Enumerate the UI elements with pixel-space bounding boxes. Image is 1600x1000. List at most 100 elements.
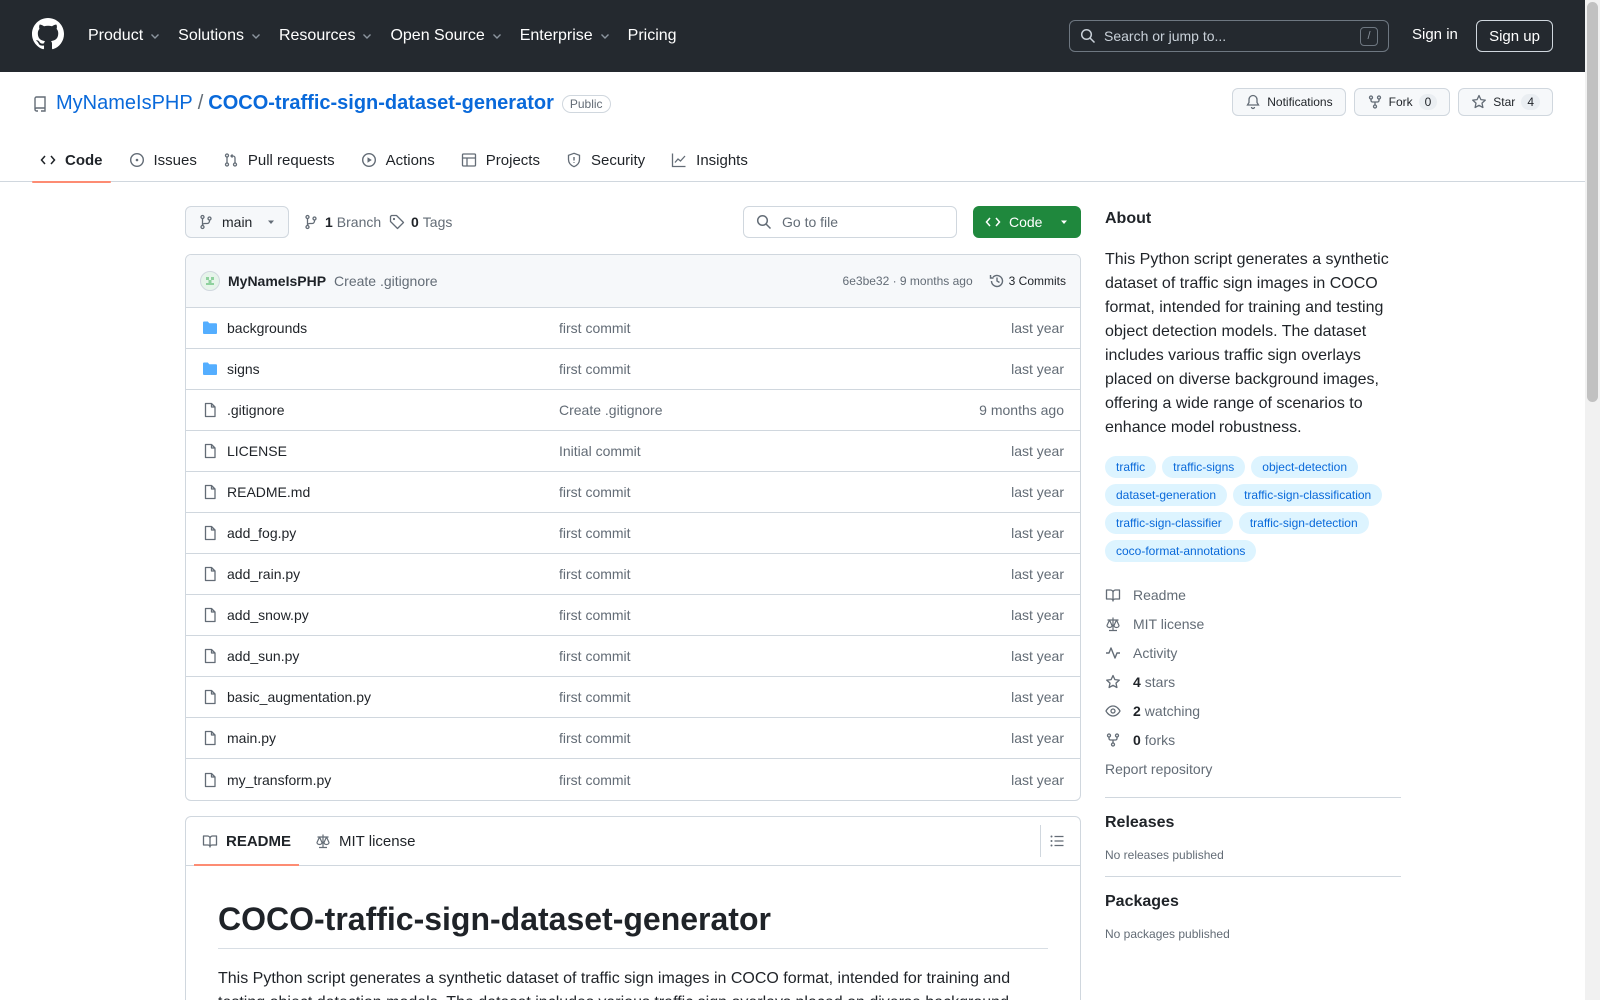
nav-product[interactable]: Product	[88, 27, 161, 45]
github-logo-icon[interactable]	[32, 18, 64, 50]
commits-link[interactable]: 3 Commits	[989, 273, 1066, 289]
tab-insights[interactable]: Insights	[663, 138, 756, 182]
nav-solutions[interactable]: Solutions	[178, 27, 262, 45]
code-dropdown-button[interactable]: Code	[973, 206, 1081, 238]
readme-panel: README MIT license COCO-traffic-sign-dat…	[185, 816, 1081, 1000]
file-commit-message[interactable]: first commit	[559, 525, 1011, 541]
fork-button[interactable]: Fork 0	[1353, 88, 1451, 116]
file-commit-message[interactable]: Initial commit	[559, 443, 1011, 459]
file-commit-date: last year	[1011, 484, 1064, 500]
eye-icon	[1105, 704, 1121, 717]
file-commit-message[interactable]: first commit	[559, 772, 1011, 788]
file-row[interactable]: README.md first commit last year	[186, 472, 1080, 513]
topic-tag[interactable]: traffic-signs	[1162, 456, 1246, 478]
file-commit-message[interactable]: first commit	[559, 648, 1011, 664]
releases-heading[interactable]: Releases	[1105, 814, 1401, 832]
packages-heading[interactable]: Packages	[1105, 893, 1401, 911]
watchers-link[interactable]: 2 watching	[1105, 696, 1401, 725]
license-link[interactable]: MIT license	[1105, 609, 1401, 638]
file-row[interactable]: my_transform.py first commit last year	[186, 759, 1080, 800]
search-placeholder: Search or jump to...	[1104, 28, 1227, 44]
file-row[interactable]: add_rain.py first commit last year	[186, 554, 1080, 595]
commit-hash-time[interactable]: 6e3be32 · 9 months ago	[843, 274, 973, 288]
file-commit-message[interactable]: first commit	[559, 320, 1011, 336]
sign-up-button[interactable]: Sign up	[1476, 20, 1553, 52]
readme-link[interactable]: Readme	[1105, 580, 1401, 609]
file-name-link[interactable]: backgrounds	[227, 320, 559, 336]
commit-author[interactable]: MyNameIsPHP	[228, 273, 326, 289]
topic-tag[interactable]: traffic-sign-classifier	[1105, 512, 1233, 534]
file-name-link[interactable]: main.py	[227, 730, 559, 746]
history-icon	[989, 274, 1003, 288]
branch-selector[interactable]: main	[185, 206, 289, 238]
file-commit-message[interactable]: first commit	[559, 484, 1011, 500]
file-row[interactable]: main.py first commit last year	[186, 718, 1080, 759]
repo-owner-link[interactable]: MyNameIsPHP	[56, 92, 193, 115]
tab-security[interactable]: Security	[558, 138, 653, 182]
topic-tag[interactable]: object-detection	[1251, 456, 1358, 478]
tab-actions[interactable]: Actions	[353, 138, 443, 182]
topic-tag[interactable]: dataset-generation	[1105, 484, 1228, 506]
file-row[interactable]: add_snow.py first commit last year	[186, 595, 1080, 636]
file-commit-message[interactable]: first commit	[559, 689, 1011, 705]
file-commit-message[interactable]: Create .gitignore	[559, 402, 979, 418]
nav-open-source[interactable]: Open Source	[390, 27, 502, 45]
readme-title: COCO-traffic-sign-dataset-generator	[218, 901, 1048, 949]
topic-tag[interactable]: traffic	[1105, 456, 1157, 478]
file-row[interactable]: backgrounds first commit last year	[186, 308, 1080, 349]
nav-enterprise[interactable]: Enterprise	[520, 27, 611, 45]
tab-issues[interactable]: Issues	[121, 138, 205, 182]
topic-tag[interactable]: traffic-sign-detection	[1238, 512, 1369, 534]
file-row[interactable]: basic_augmentation.py first commit last ye…	[186, 677, 1080, 718]
go-to-file-input[interactable]: Go to file	[743, 206, 957, 238]
file-name-link[interactable]: add_snow.py	[227, 607, 559, 623]
file-name-link[interactable]: add_rain.py	[227, 566, 559, 582]
file-name-link[interactable]: add_sun.py	[227, 648, 559, 664]
tab-readme[interactable]: README	[194, 817, 300, 866]
topic-tag[interactable]: traffic-sign-classification	[1233, 484, 1383, 506]
forks-link[interactable]: 0 forks	[1105, 725, 1401, 754]
avatar[interactable]	[200, 271, 220, 291]
file-name-link[interactable]: .gitignore	[227, 402, 559, 418]
star-button[interactable]: Star 4	[1458, 88, 1553, 116]
tab-pull-requests[interactable]: Pull requests	[215, 138, 343, 182]
scrollbar-thumb[interactable]	[1587, 2, 1598, 402]
topic-tag[interactable]: coco-format-annotations	[1105, 540, 1257, 562]
file-commit-message[interactable]: first commit	[559, 730, 1011, 746]
page-scrollbar[interactable]	[1585, 0, 1600, 1000]
file-commit-message[interactable]: first commit	[559, 566, 1011, 582]
file-commit-message[interactable]: first commit	[559, 361, 1011, 377]
nav-pricing[interactable]: Pricing	[628, 27, 677, 45]
nav-resources[interactable]: Resources	[279, 27, 373, 45]
stars-link[interactable]: 4 stars	[1105, 667, 1401, 696]
topics-list: traffic traffic-signs object-detection data…	[1105, 456, 1401, 568]
file-commit-message[interactable]: first commit	[559, 607, 1011, 623]
file-row[interactable]: signs first commit last year	[186, 349, 1080, 390]
commit-message[interactable]: Create .gitignore	[334, 273, 843, 289]
sign-in-link[interactable]: Sign in	[1412, 26, 1458, 43]
search-input[interactable]: Search or jump to... /	[1069, 20, 1389, 52]
file-row[interactable]: add_fog.py first commit last year	[186, 513, 1080, 554]
file-name-link[interactable]: README.md	[227, 484, 559, 500]
activity-link[interactable]: Activity	[1105, 638, 1401, 667]
file-name-link[interactable]: my_transform.py	[227, 772, 559, 788]
outline-button[interactable]	[1040, 825, 1072, 857]
tags-link[interactable]: 0 Tags	[389, 206, 452, 238]
tab-projects[interactable]: Projects	[453, 138, 548, 182]
file-rows: backgrounds first commit last year signs fir…	[186, 308, 1080, 800]
file-name-link[interactable]: basic_augmentation.py	[227, 689, 559, 705]
branches-link[interactable]: 1 Branch	[303, 206, 381, 238]
file-name-link[interactable]: LICENSE	[227, 443, 559, 459]
report-repository-link[interactable]: Report repository	[1105, 754, 1401, 783]
file-name-link[interactable]: signs	[227, 361, 559, 377]
notifications-button[interactable]: Notifications	[1232, 88, 1346, 116]
tab-code[interactable]: Code	[32, 138, 111, 183]
file-row[interactable]: add_sun.py first commit last year	[186, 636, 1080, 677]
file-icon	[202, 525, 218, 541]
repo-name-link[interactable]: COCO-traffic-sign-dataset-generator	[208, 92, 554, 115]
file-name-link[interactable]: add_fog.py	[227, 525, 559, 541]
file-row[interactable]: .gitignore Create .gitignore 9 months ago	[186, 390, 1080, 431]
tab-license[interactable]: MIT license	[307, 817, 423, 865]
tag-count-label: Tags	[422, 214, 453, 230]
file-row[interactable]: LICENSE Initial commit last year	[186, 431, 1080, 472]
